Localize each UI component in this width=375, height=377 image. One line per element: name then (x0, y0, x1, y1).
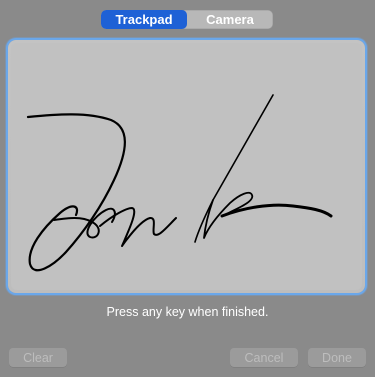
instruction-text: Press any key when finished. (106, 305, 269, 319)
tab-camera[interactable]: Camera (187, 10, 273, 29)
clear-button[interactable]: Clear (9, 348, 67, 367)
cancel-button[interactable]: Cancel (230, 348, 298, 367)
tab-trackpad[interactable]: Trackpad (101, 10, 187, 29)
signature-stroke (26, 94, 333, 272)
done-button[interactable]: Done (308, 348, 366, 367)
input-source-segmented-control[interactable]: Trackpad Camera (101, 10, 273, 29)
signature-drawing-area[interactable] (8, 40, 365, 293)
